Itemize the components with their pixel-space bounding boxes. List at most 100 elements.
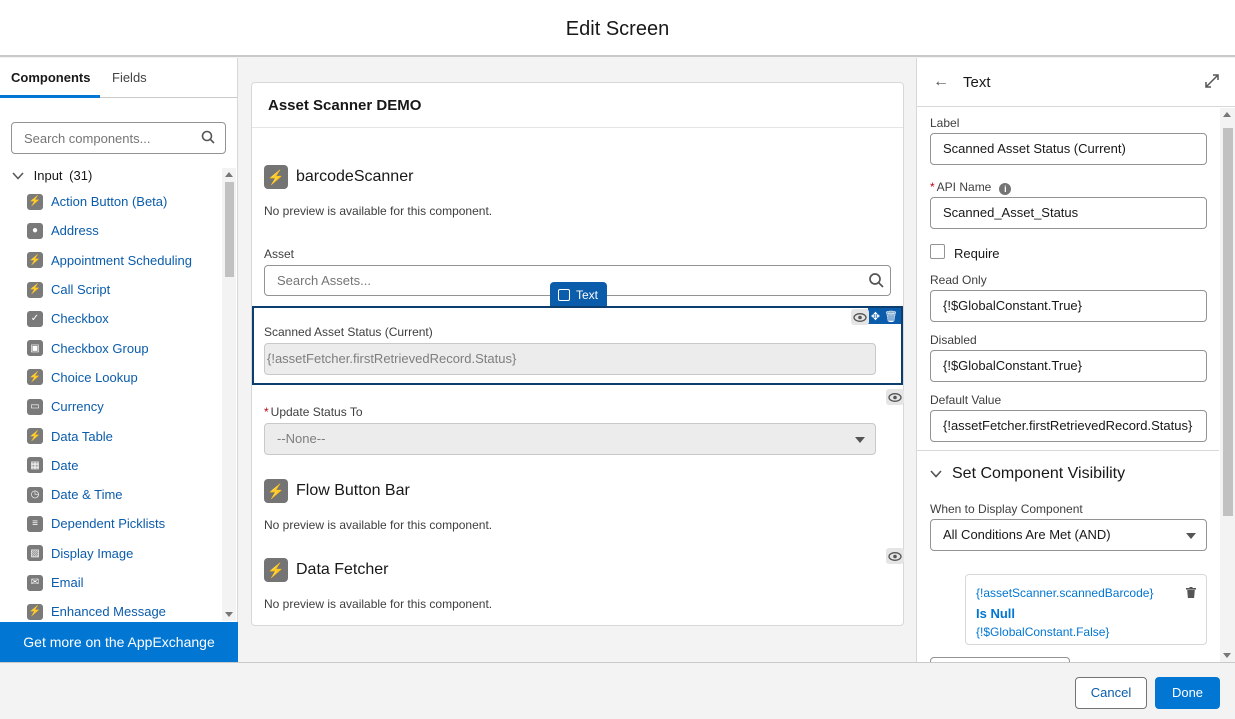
component-item-label: Action Button (Beta) <box>51 194 168 210</box>
require-checkbox[interactable] <box>930 244 945 259</box>
component-list-item[interactable]: ▨ Display Image <box>0 539 222 568</box>
move-icon[interactable]: ✥ <box>871 310 880 323</box>
component-list-item[interactable]: ▦ Date <box>0 451 222 480</box>
page-title: Edit Screen <box>565 18 670 40</box>
component-list-item[interactable]: ≡ Dependent Picklists <box>0 509 222 538</box>
email-icon: ✉ <box>27 574 43 591</box>
component-list-item[interactable]: ✓ Checkbox <box>0 304 222 333</box>
checkbox-icon: ✓ <box>27 310 43 327</box>
disabled-label: Disabled <box>930 333 977 347</box>
read-only-input[interactable]: {!$GlobalConstant.True} <box>930 290 1207 322</box>
component-list-item[interactable]: ⚡ Choice Lookup <box>0 363 222 392</box>
input-group-header[interactable]: Input (31) <box>12 168 92 183</box>
scroll-up-arrow-icon[interactable] <box>1223 112 1231 117</box>
label-input[interactable]: Scanned Asset Status (Current) <box>930 133 1207 165</box>
data-fetcher-component[interactable]: ⚡ Data Fetcher <box>264 558 388 582</box>
component-list-item[interactable]: ⚡ Appointment Scheduling <box>0 246 222 275</box>
component-list-item[interactable]: ▣ Checkbox Group <box>0 333 222 362</box>
component-list-item[interactable]: ⚡ Data Table <box>0 421 222 450</box>
component-item-label: Dependent Picklists <box>51 516 166 532</box>
select-value: --None-- <box>277 431 326 446</box>
required-marker: * <box>930 180 935 194</box>
update-status-label-text: Update Status To <box>270 405 363 419</box>
lightning-icon: ⚡ <box>27 281 43 298</box>
modal-footer: Cancel Done <box>0 662 1235 719</box>
chevron-down-icon <box>855 437 865 443</box>
visibility-eye-icon[interactable] <box>851 309 869 325</box>
condition-operator: Is Null <box>976 605 1016 621</box>
when-to-display-select[interactable]: All Conditions Are Met (AND) <box>930 519 1207 551</box>
visibility-section-toggle[interactable]: Set Component Visibility <box>930 465 1125 483</box>
chevron-down-icon <box>1186 533 1196 539</box>
tab-fields[interactable]: Fields <box>112 58 147 98</box>
chevron-down-icon <box>12 172 24 180</box>
currency-icon: ▭ <box>27 398 43 415</box>
scroll-thumb[interactable] <box>225 182 234 277</box>
chevron-down-icon <box>930 470 942 478</box>
expand-icon[interactable] <box>1205 74 1219 92</box>
component-list-item[interactable]: ▭ Currency <box>0 392 222 421</box>
component-list-item[interactable]: ◷ Date & Time <box>0 480 222 509</box>
update-status-label: * Update Status To <box>264 405 363 419</box>
flow-button-bar-component[interactable]: ⚡ Flow Button Bar <box>264 479 410 503</box>
disabled-input[interactable]: {!$GlobalConstant.True} <box>930 350 1207 382</box>
scroll-down-arrow-icon[interactable] <box>225 612 233 617</box>
require-label: Require <box>954 246 1000 261</box>
trash-icon[interactable] <box>1186 585 1196 605</box>
cancel-button[interactable]: Cancel <box>1075 677 1147 709</box>
lightning-icon: ⚡ <box>27 193 43 210</box>
update-status-select[interactable]: --None-- <box>264 423 876 455</box>
required-marker: * <box>264 405 269 419</box>
components-panel: Components Fields Input (31) ⚡ Action But… <box>0 58 238 662</box>
visibility-heading: Set Component Visibility <box>952 465 1126 482</box>
default-value-input[interactable]: {!assetFetcher.firstRetrievedRecord.Stat… <box>930 410 1207 442</box>
component-list-item[interactable]: ⚡ Enhanced Message <box>0 597 222 624</box>
condition-value: {!$GlobalConstant.False} <box>976 625 1110 639</box>
lightning-icon: ⚡ <box>27 369 43 386</box>
component-list-scrollbar[interactable] <box>222 168 236 621</box>
tab-components[interactable]: Components <box>0 58 100 98</box>
lightning-icon: ⚡ <box>27 603 43 620</box>
component-list-item[interactable]: ● Address <box>0 216 222 245</box>
done-button[interactable]: Done <box>1155 677 1220 709</box>
appexchange-link[interactable]: Get more on the AppExchange <box>0 622 238 662</box>
lightning-icon: ⚡ <box>264 165 288 189</box>
component-item-label: Checkbox Group <box>51 340 149 356</box>
component-name: Data Fetcher <box>296 561 389 578</box>
screen-title: Asset Scanner DEMO <box>252 83 903 128</box>
scroll-thumb[interactable] <box>1223 128 1233 516</box>
text-component-icon <box>558 288 570 301</box>
selected-component-tag: Text <box>550 282 607 307</box>
api-name-input[interactable]: Scanned_Asset_Status <box>930 197 1207 229</box>
component-search-input[interactable] <box>12 123 192 153</box>
scroll-up-arrow-icon[interactable] <box>225 172 233 177</box>
component-search[interactable] <box>11 122 226 154</box>
search-icon <box>868 272 884 291</box>
api-name-label-text: API Name <box>936 180 992 194</box>
api-name-label: * API Name i <box>930 180 1012 195</box>
properties-header: ← Text <box>917 58 1235 107</box>
selected-text-component[interactable]: ✥ 🗑 Scanned Asset Status (Current) {!ass… <box>252 306 903 385</box>
component-list-item[interactable]: ⚡ Call Script <box>0 275 222 304</box>
back-arrow-icon[interactable]: ← <box>933 73 949 91</box>
component-item-label: Date <box>51 457 79 473</box>
lightning-icon: ⚡ <box>264 558 288 582</box>
component-item-label: Choice Lookup <box>51 369 138 385</box>
label-field-label: Label <box>930 116 960 130</box>
barcode-scanner-component[interactable]: ⚡ barcodeScanner <box>264 165 413 189</box>
lightning-icon: ⚡ <box>264 479 288 503</box>
component-item-label: Enhanced Message <box>51 604 166 620</box>
scroll-down-arrow-icon[interactable] <box>1223 653 1231 658</box>
component-list-item[interactable]: ✉ Email <box>0 568 222 597</box>
component-item-label: Currency <box>51 399 104 415</box>
visibility-condition[interactable]: {!assetScanner.scannedBarcode} Is Null {… <box>965 574 1207 645</box>
component-list-item[interactable]: ⚡ Action Button (Beta) <box>0 187 222 216</box>
trash-icon[interactable]: 🗑 <box>884 310 898 323</box>
visibility-eye-icon[interactable] <box>886 389 904 405</box>
visibility-eye-icon[interactable] <box>886 548 904 564</box>
group-count: (31) <box>69 168 93 183</box>
calendar-icon: ▦ <box>27 457 43 474</box>
properties-scrollbar[interactable] <box>1220 108 1235 662</box>
info-icon[interactable]: i <box>999 183 1012 195</box>
image-icon: ▨ <box>27 545 43 562</box>
